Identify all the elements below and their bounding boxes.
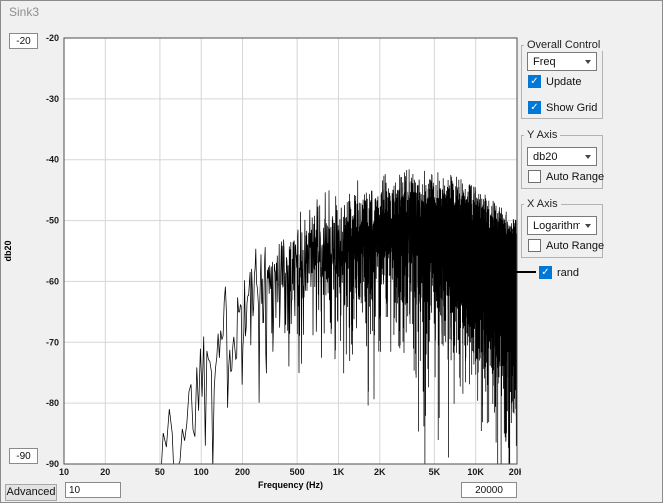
checkbox-box: [528, 239, 541, 252]
update-checkbox-label: Update: [546, 76, 581, 88]
chevron-down-icon: [580, 148, 596, 165]
y-axis-dropdown-value: db20: [528, 151, 580, 163]
chevron-down-icon: [580, 53, 596, 70]
x-tick-label: 500: [290, 467, 305, 477]
x-auto-range-label: Auto Range: [546, 240, 604, 252]
checkbox-box: [528, 75, 541, 88]
y-tick-label: -80: [46, 398, 59, 408]
checkbox-box: [539, 266, 552, 279]
x-tick-label: 10: [59, 467, 69, 477]
y-tick-label: -70: [46, 337, 59, 347]
y-tick-label: -50: [46, 216, 59, 226]
advanced-button[interactable]: Advanced: [5, 484, 57, 501]
legend-rand-label: rand: [557, 267, 579, 279]
window-title: Sink3: [9, 5, 39, 19]
x-tick-label: 1K: [333, 467, 345, 477]
checkbox-box: [528, 101, 541, 114]
y-tick-label: -40: [46, 155, 59, 165]
x-tick-label: 20: [100, 467, 110, 477]
x-axis-group-title: X Axis: [524, 198, 561, 210]
chevron-down-icon: [580, 217, 596, 234]
x-auto-range-checkbox[interactable]: Auto Range: [528, 239, 604, 252]
x-min-input[interactable]: [65, 482, 121, 498]
y-auto-range-label: Auto Range: [546, 171, 604, 183]
overall-dropdown[interactable]: Freq: [527, 52, 597, 71]
show-grid-checkbox-label: Show Grid: [546, 102, 597, 114]
x-axis-title: Frequency (Hz): [258, 480, 323, 490]
x-tick-label: 2K: [374, 467, 386, 477]
y-auto-range-checkbox[interactable]: Auto Range: [528, 170, 604, 183]
y-axis-title: db20: [3, 240, 13, 261]
overall-control-title: Overall Control: [524, 39, 603, 51]
x-tick-label: 20K: [509, 467, 521, 477]
y-tick-label: -30: [46, 94, 59, 104]
x-tick-label: 5K: [429, 467, 441, 477]
x-tick-label: 100: [194, 467, 209, 477]
show-grid-checkbox[interactable]: Show Grid: [528, 101, 597, 114]
y-axis-group-title: Y Axis: [524, 129, 560, 141]
x-axis-dropdown-value: Logarithmic: [528, 220, 580, 232]
x-max-input[interactable]: [461, 482, 517, 498]
legend-rand-checkbox[interactable]: rand: [539, 266, 579, 279]
legend-line-sample: [514, 271, 536, 273]
overall-dropdown-value: Freq: [528, 56, 580, 68]
spectrum-plot: -20 -30 -40 -50 -60 -70 -80 -9010 20 50 100 200 500 1…: [1, 31, 521, 496]
x-axis-dropdown[interactable]: Logarithmic: [527, 216, 597, 235]
sink-window: Sink3 -20 -30 -40 -50 -60 -70 -80 -9010 20 50 100 2…: [0, 0, 663, 503]
x-tick-label: 10K: [467, 467, 484, 477]
y-tick-label: -20: [46, 33, 59, 43]
x-tick-label: 200: [235, 467, 250, 477]
checkbox-box: [528, 170, 541, 183]
y-axis-dropdown[interactable]: db20: [527, 147, 597, 166]
y-tick-label: -60: [46, 276, 59, 286]
y-tick-label: -90: [46, 459, 59, 469]
x-tick-label: 50: [155, 467, 165, 477]
update-checkbox[interactable]: Update: [528, 75, 581, 88]
